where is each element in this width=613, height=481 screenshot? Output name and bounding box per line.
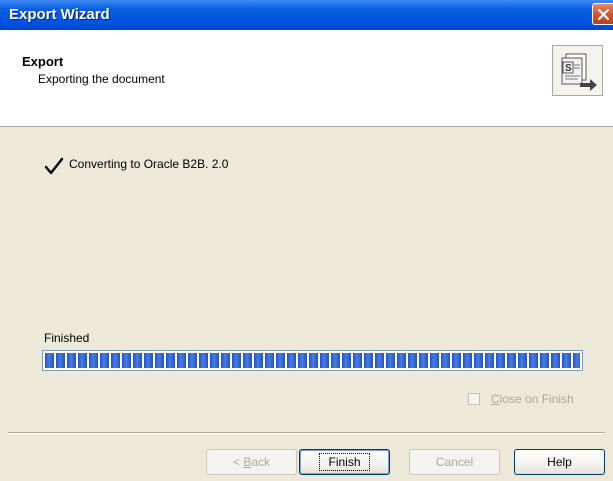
svg-text:S: S bbox=[565, 63, 572, 74]
progress-bar bbox=[42, 350, 583, 371]
progress-fill bbox=[45, 353, 580, 368]
checkmark-icon bbox=[44, 157, 64, 175]
close-icon bbox=[597, 8, 610, 21]
window-title: Export Wizard bbox=[9, 6, 110, 23]
title-bar[interactable]: Export Wizard bbox=[0, 0, 613, 30]
finish-button[interactable]: Finish bbox=[299, 449, 390, 475]
progress-label: Finished bbox=[44, 331, 90, 345]
header-subtitle: Exporting the document bbox=[38, 72, 165, 86]
close-on-finish-label: Close on Finish bbox=[491, 392, 574, 406]
status-text: Converting to Oracle B2B. 2.0 bbox=[69, 157, 229, 171]
close-button[interactable] bbox=[592, 3, 613, 25]
back-button[interactable]: < Back bbox=[206, 449, 297, 475]
cancel-button[interactable]: Cancel bbox=[409, 449, 500, 475]
checkbox-box[interactable] bbox=[468, 393, 480, 405]
export-document-icon: S bbox=[552, 45, 603, 96]
wizard-header: Export Exporting the document S bbox=[0, 30, 613, 127]
header-title: Export bbox=[22, 54, 64, 69]
button-separator bbox=[8, 432, 605, 434]
help-button[interactable]: Help bbox=[514, 449, 605, 475]
